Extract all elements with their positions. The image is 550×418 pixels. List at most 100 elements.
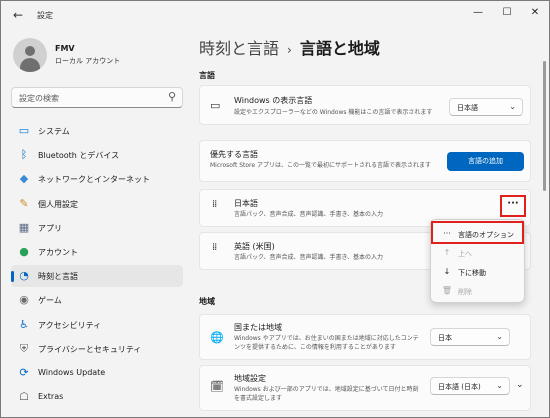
country-desc: Windows やアプリでは、お住まいの国または地域に対応したコンテンツを提供す… — [234, 335, 419, 351]
drag-handle-icon[interactable]: ⁞⁞ — [212, 200, 217, 210]
chevron-down-icon: ⌄ — [509, 102, 516, 111]
sidebar-item[interactable]: ◔ 時刻と言語 — [11, 265, 183, 288]
sidebar-item[interactable]: ◆ ネットワークとインターネット — [11, 168, 183, 190]
context-menu-item[interactable]: ↓ 下に移動 — [431, 264, 526, 282]
sidebar-item[interactable]: ⛨ プライバシーとセキュリティ — [11, 338, 183, 360]
avatar-head — [25, 46, 35, 56]
clock-globe-icon: ◔ — [19, 269, 29, 283]
chevron-down-icon: ⌄ — [496, 381, 503, 390]
context-menu-label: 削除 — [458, 288, 472, 296]
add-language-button[interactable]: 言語の追加 — [447, 152, 524, 171]
extras-icon: ☖ — [19, 390, 29, 404]
language-features: 言語パック、音声合成、音声認識、手書き、基本の入力 — [234, 211, 384, 218]
display-language-value: 日本語 — [457, 104, 478, 112]
sidebar-item-label: Windows Update — [38, 368, 106, 377]
sidebar-item-label: システム — [38, 127, 70, 136]
display-language-title: Windows の表示言語 — [234, 96, 313, 105]
minimize-button[interactable]: — — [465, 4, 491, 22]
sidebar-item[interactable]: ◉ ゲーム — [11, 289, 183, 311]
expand-chevron-icon[interactable]: ⌄ — [516, 380, 524, 390]
sidebar-item[interactable]: ● アカウント — [11, 241, 183, 263]
more-options-button[interactable]: ··· — [500, 195, 526, 217]
country-card: 🌐 国または地域 Windows やアプリでは、お住まいの国または地域に対応した… — [199, 314, 531, 360]
country-title: 国または地域 — [234, 323, 282, 332]
accessibility-icon: ♿ — [19, 317, 29, 331]
user-name: FMV — [55, 44, 75, 53]
context-menu-item: 🗑 削除 — [431, 283, 526, 301]
sidebar-item-label: ゲーム — [38, 296, 62, 306]
window-title: 設定 — [37, 11, 53, 20]
regional-format-select[interactable]: 日本語 (日本) ⌄ — [430, 377, 510, 395]
drag-handle-icon[interactable]: ⁞⁞ — [212, 243, 217, 253]
preferred-language-card: 優先する言語 Microsoft Store アプリは、この一覧で最初にサポート… — [199, 140, 531, 182]
sidebar-item-label: Bluetooth とデバイス — [38, 151, 120, 161]
back-arrow-icon[interactable]: ← — [11, 8, 25, 22]
highlight-box — [431, 221, 524, 244]
sidebar-item-label: 時刻と言語 — [38, 272, 78, 282]
sidebar-item[interactable]: ▭ システム — [11, 120, 183, 142]
arrow-down-icon: ↓ — [443, 267, 451, 276]
context-menu-label: 上へ — [458, 250, 472, 258]
sidebar-item[interactable]: ♿ アクセシビリティ — [11, 314, 183, 336]
sidebar-item-label: アカウント — [38, 248, 78, 257]
search-placeholder: 設定の検索 — [19, 94, 59, 103]
avatar[interactable] — [13, 38, 47, 72]
preferred-language-desc: Microsoft Store アプリは、この一覧で最初にサポートされる言語で表… — [210, 162, 431, 169]
title-bar: ← 設定 — ☐ ✕ — [1, 1, 549, 29]
trash-icon: 🗑 — [441, 286, 453, 295]
person-icon: ● — [19, 245, 29, 258]
avatar-body — [20, 58, 40, 72]
regional-format-card[interactable]: 🗓 地域設定 Windows および一部のアプリでは、地域設定に基づいて日付と時… — [199, 365, 531, 411]
search-input[interactable]: 設定の検索 ⚲ — [11, 87, 183, 108]
calendar-clock-icon: 🗓 — [210, 380, 224, 393]
sidebar-item[interactable]: ᛒ Bluetooth とデバイス — [11, 144, 183, 166]
sidebar-item-label: Extras — [38, 392, 64, 402]
user-account-type: ローカル アカウント — [55, 57, 121, 65]
sidebar-item-label: アプリ — [38, 223, 62, 233]
display-language-desc: 設定やエクスプローラーなどの Windows 機能はこの言語で表示されます — [234, 109, 433, 116]
section-title-language: 言語 — [199, 71, 215, 80]
monitor-icon: ▭ — [18, 124, 30, 137]
country-select[interactable]: 日本 ⌄ — [430, 328, 510, 346]
active-indicator — [11, 271, 14, 283]
gamepad-icon: ◉ — [19, 293, 29, 307]
maximize-button[interactable]: ☐ — [494, 4, 520, 22]
preferred-language-title: 優先する言語 — [210, 150, 258, 159]
language-features: 言語パック、音声合成、音声認識、手書き、基本の入力 — [234, 254, 384, 261]
sidebar-item[interactable]: ⟳ Windows Update — [11, 362, 183, 384]
language-name: 日本語 — [234, 199, 258, 208]
context-menu-label: 下に移動 — [458, 269, 486, 277]
sidebar-item-label: アクセシビリティ — [38, 320, 102, 330]
arrow-up-icon: ↑ — [443, 248, 451, 257]
language-name: 英語 (米国) — [234, 242, 275, 251]
breadcrumb-separator: › — [287, 43, 292, 57]
globe-icon: 🌐 — [210, 331, 224, 344]
apps-icon: ▦ — [18, 220, 30, 234]
bluetooth-icon: ᛒ — [20, 148, 28, 162]
breadcrumb-parent[interactable]: 時刻と言語 — [199, 39, 279, 58]
regional-format-value: 日本語 (日本) — [438, 383, 481, 391]
update-icon: ⟳ — [19, 366, 29, 379]
display-language-card: ▭ Windows の表示言語 設定やエクスプローラーなどの Windows 機… — [199, 85, 531, 125]
country-value: 日本 — [438, 334, 452, 342]
close-button[interactable]: ✕ — [522, 4, 548, 22]
page-title: 言語と地域 — [299, 39, 380, 58]
shield-icon: ⛨ — [19, 341, 29, 355]
sidebar-item-label: プライバシーとセキュリティ — [38, 344, 142, 354]
sidebar-item-label: ネットワークとインターネット — [38, 175, 150, 185]
section-title-region: 地域 — [199, 297, 215, 306]
sidebar-item[interactable]: ✎ 個人用設定 — [11, 193, 183, 215]
sidebar-item[interactable]: ☖ Extras — [11, 386, 183, 408]
chevron-down-icon: ⌄ — [496, 332, 503, 341]
scrollbar[interactable] — [543, 61, 546, 191]
context-menu-item: ↑ 上へ — [431, 245, 526, 263]
regional-format-desc: Windows および一部のアプリでは、地域設定に基づいて日付と時刻を書式設定し… — [234, 386, 419, 402]
search-icon[interactable]: ⚲ — [168, 90, 176, 103]
sidebar-item[interactable]: ▦ アプリ — [11, 217, 183, 239]
sidebar-item-label: 個人用設定 — [38, 199, 78, 209]
display-language-select[interactable]: 日本語 ⌄ — [449, 98, 523, 116]
display-icon: ▭ — [210, 99, 221, 112]
regional-format-title: 地域設定 — [234, 374, 266, 383]
wifi-icon: ◆ — [19, 172, 29, 186]
breadcrumb: 時刻と言語 › 言語と地域 — [199, 35, 380, 59]
